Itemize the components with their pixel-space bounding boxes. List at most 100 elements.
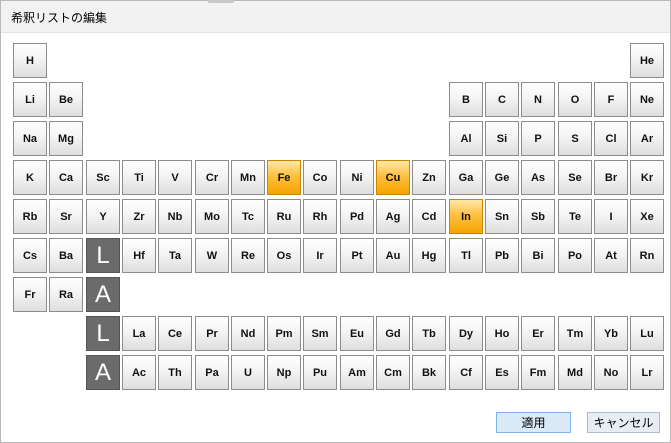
apply-button[interactable]: 適用 [496,412,571,433]
element-button-cs[interactable]: Cs [13,238,47,273]
element-button-pd[interactable]: Pd [340,199,374,234]
element-button-pm[interactable]: Pm [267,316,301,351]
element-button-sm[interactable]: Sm [303,316,337,351]
element-button-n[interactable]: N [521,82,555,117]
element-button-cl[interactable]: Cl [594,121,628,156]
element-button-he[interactable]: He [630,43,664,78]
element-button-o[interactable]: O [558,82,592,117]
element-button-ar[interactable]: Ar [630,121,664,156]
element-button-y[interactable]: Y [86,199,120,234]
element-button-cr[interactable]: Cr [195,160,229,195]
element-button-ni[interactable]: Ni [340,160,374,195]
element-button-sn[interactable]: Sn [485,199,519,234]
element-button-zn[interactable]: Zn [412,160,446,195]
element-button-nb[interactable]: Nb [158,199,192,234]
element-button-br[interactable]: Br [594,160,628,195]
element-button-as[interactable]: As [521,160,555,195]
element-button-am[interactable]: Am [340,355,374,390]
element-button-si[interactable]: Si [485,121,519,156]
element-button-s[interactable]: S [558,121,592,156]
element-button-be[interactable]: Be [49,82,83,117]
element-button-bk[interactable]: Bk [412,355,446,390]
element-button-w[interactable]: W [195,238,229,273]
element-button-sb[interactable]: Sb [521,199,555,234]
element-button-cd[interactable]: Cd [412,199,446,234]
element-button-fr[interactable]: Fr [13,277,47,312]
element-button-rh[interactable]: Rh [303,199,337,234]
element-button-lr[interactable]: Lr [630,355,664,390]
element-button-in[interactable]: In [449,199,483,234]
element-button-ho[interactable]: Ho [485,316,519,351]
element-button-cu[interactable]: Cu [376,160,410,195]
element-button-rb[interactable]: Rb [13,199,47,234]
element-button-xe[interactable]: Xe [630,199,664,234]
element-button-b[interactable]: B [449,82,483,117]
element-button-md[interactable]: Md [558,355,592,390]
element-button-kr[interactable]: Kr [630,160,664,195]
element-button-k[interactable]: K [13,160,47,195]
element-button-au[interactable]: Au [376,238,410,273]
element-button-ga[interactable]: Ga [449,160,483,195]
element-button-pu[interactable]: Pu [303,355,337,390]
element-button-i[interactable]: I [594,199,628,234]
element-button-tm[interactable]: Tm [558,316,592,351]
element-button-co[interactable]: Co [303,160,337,195]
element-button-p[interactable]: P [521,121,555,156]
element-button-hg[interactable]: Hg [412,238,446,273]
element-button-mn[interactable]: Mn [231,160,265,195]
element-button-yb[interactable]: Yb [594,316,628,351]
element-button-re[interactable]: Re [231,238,265,273]
element-button-f[interactable]: F [594,82,628,117]
element-button-v[interactable]: V [158,160,192,195]
element-button-at[interactable]: At [594,238,628,273]
element-button-fm[interactable]: Fm [521,355,555,390]
element-button-na[interactable]: Na [13,121,47,156]
element-button-cm[interactable]: Cm [376,355,410,390]
element-button-ra[interactable]: Ra [49,277,83,312]
element-button-fe[interactable]: Fe [267,160,301,195]
element-button-li[interactable]: Li [13,82,47,117]
element-button-te[interactable]: Te [558,199,592,234]
element-button-cf[interactable]: Cf [449,355,483,390]
element-button-ba[interactable]: Ba [49,238,83,273]
element-button-nd[interactable]: Nd [231,316,265,351]
element-button-dy[interactable]: Dy [449,316,483,351]
element-button-pr[interactable]: Pr [195,316,229,351]
element-button-pa[interactable]: Pa [195,355,229,390]
element-button-ru[interactable]: Ru [267,199,301,234]
element-button-tc[interactable]: Tc [231,199,265,234]
element-button-la[interactable]: La [122,316,156,351]
drag-grip[interactable] [208,0,234,3]
element-button-er[interactable]: Er [521,316,555,351]
element-button-u[interactable]: U [231,355,265,390]
element-button-h[interactable]: H [13,43,47,78]
element-button-pb[interactable]: Pb [485,238,519,273]
element-button-ag[interactable]: Ag [376,199,410,234]
element-button-hf[interactable]: Hf [122,238,156,273]
element-button-c[interactable]: C [485,82,519,117]
element-button-tl[interactable]: Tl [449,238,483,273]
element-button-mo[interactable]: Mo [195,199,229,234]
element-button-ta[interactable]: Ta [158,238,192,273]
element-button-ir[interactable]: Ir [303,238,337,273]
element-button-es[interactable]: Es [485,355,519,390]
element-button-ca[interactable]: Ca [49,160,83,195]
element-button-al[interactable]: Al [449,121,483,156]
element-button-no[interactable]: No [594,355,628,390]
element-button-sr[interactable]: Sr [49,199,83,234]
element-button-se[interactable]: Se [558,160,592,195]
element-button-np[interactable]: Np [267,355,301,390]
element-button-ge[interactable]: Ge [485,160,519,195]
element-button-mg[interactable]: Mg [49,121,83,156]
element-button-th[interactable]: Th [158,355,192,390]
element-button-ce[interactable]: Ce [158,316,192,351]
element-button-zr[interactable]: Zr [122,199,156,234]
element-button-eu[interactable]: Eu [340,316,374,351]
element-button-bi[interactable]: Bi [521,238,555,273]
element-button-po[interactable]: Po [558,238,592,273]
element-button-gd[interactable]: Gd [376,316,410,351]
element-button-ti[interactable]: Ti [122,160,156,195]
element-button-tb[interactable]: Tb [412,316,446,351]
element-button-rn[interactable]: Rn [630,238,664,273]
element-button-sc[interactable]: Sc [86,160,120,195]
